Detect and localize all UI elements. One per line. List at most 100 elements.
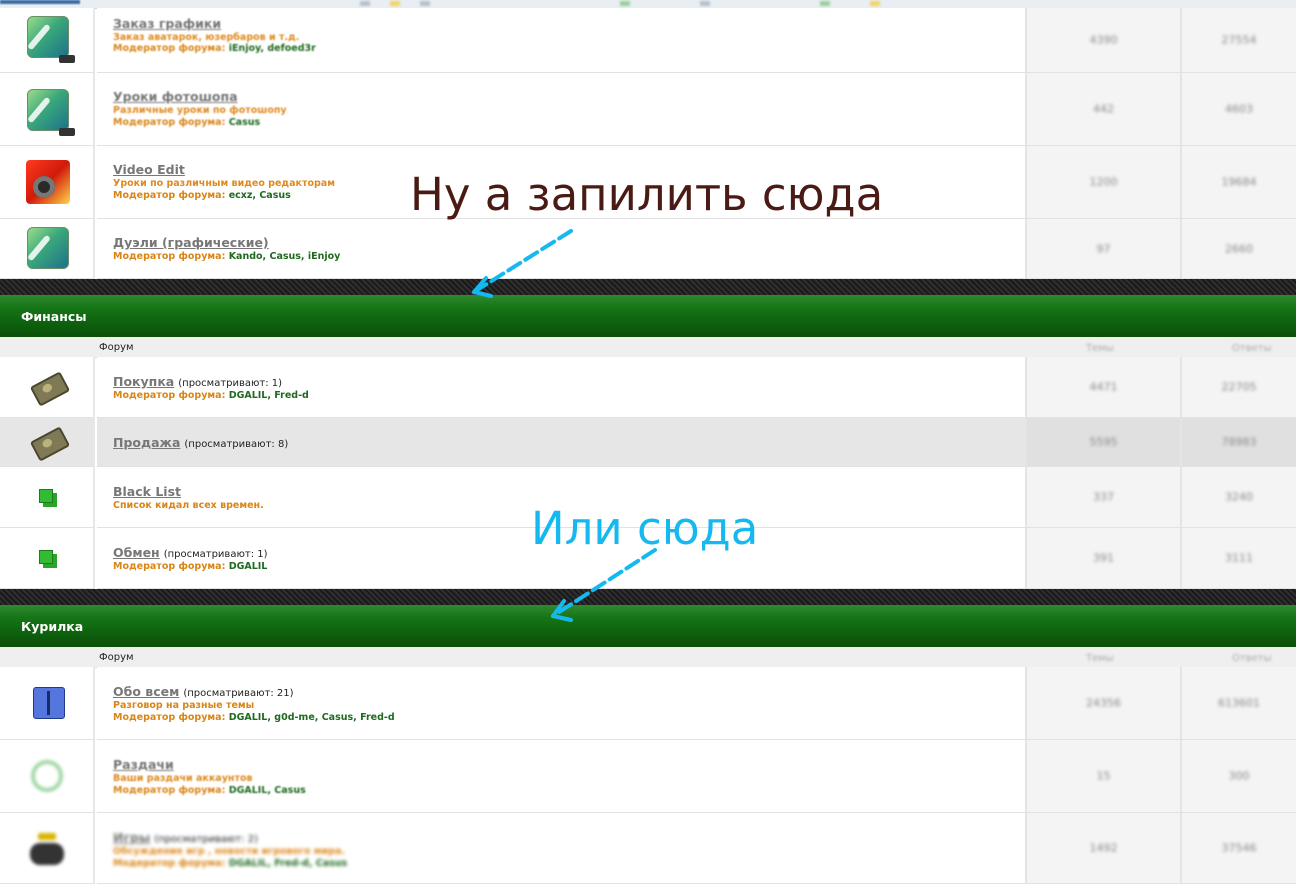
- forum-info-cell: Покупка (просматривают: 1) Модератор фору…: [97, 357, 1025, 418]
- moderator-names[interactable]: DGALIL, Casus: [229, 785, 306, 796]
- posts-count: 613601: [1180, 667, 1296, 740]
- forum-row: Раздачи Ваши раздачи аккаунтов Модератор…: [0, 740, 1296, 813]
- posts-count: 3240: [1180, 467, 1296, 528]
- forum-moderators: Модератор форума: Casus: [113, 117, 260, 128]
- forum-row: Уроки фотошопа Различные уроки по фотошо…: [0, 73, 1296, 146]
- topics-count: 4471: [1025, 357, 1180, 418]
- recycle-icon: [31, 760, 63, 792]
- forum-icon-cell: [0, 528, 95, 589]
- forum-title-link[interactable]: Обо всем: [113, 684, 179, 699]
- column-topics-label: Темы: [1086, 343, 1114, 354]
- forum-title-link[interactable]: Обмен: [113, 545, 160, 560]
- forum-title-line: Продажа (просматривают: 8): [113, 435, 288, 450]
- forum-title-link[interactable]: Дуэли (графические): [113, 235, 269, 250]
- topics-value: 4390: [1089, 33, 1118, 47]
- toolbar-icon[interactable]: [360, 1, 370, 6]
- moderator-names[interactable]: iEnjoy, defoed3r: [229, 43, 316, 54]
- feather-icon: [27, 16, 75, 63]
- moderator-label: Модератор форума:: [113, 43, 226, 54]
- category-header-smoking[interactable]: Курилка: [0, 605, 1296, 647]
- forum-info-cell: Дуэли (графические) Модератор форума: Ka…: [97, 219, 1025, 279]
- forum-description: Список кидал всех времен.: [113, 500, 264, 511]
- toolbar-icon[interactable]: [420, 1, 430, 6]
- posts-count: 37546: [1180, 813, 1296, 884]
- film-icon: [26, 160, 70, 204]
- toolbar-icon[interactable]: [620, 1, 630, 6]
- moderator-names[interactable]: Kando, Casus, iEnjoy: [229, 251, 341, 262]
- topics-count: 442: [1025, 73, 1180, 146]
- posts-value: 37546: [1221, 841, 1257, 855]
- forum-icon-cell: [0, 467, 95, 528]
- topics-value: 442: [1093, 102, 1114, 116]
- moderator-names[interactable]: DGALIL, Fred-d: [229, 390, 309, 401]
- gamepad-icon: [30, 833, 64, 865]
- forum-title-line: Обмен (просматривают: 1): [113, 545, 268, 560]
- money-icon: [29, 371, 71, 407]
- moderator-names[interactable]: DGALIL, g0d-me, Casus, Fred-d: [229, 712, 395, 723]
- annotation-text-second: Или сюда: [531, 502, 759, 555]
- feather-icon: [27, 227, 69, 269]
- moderator-names[interactable]: ecxz, Casus: [229, 190, 291, 201]
- posts-value: 3240: [1225, 490, 1253, 504]
- forum-moderators: Модератор форума: DGALIL, g0d-me, Casus,…: [113, 712, 395, 723]
- moderator-names[interactable]: Casus: [229, 117, 260, 128]
- forum-row-highlighted[interactable]: Продажа (просматривают: 8) 5595 78983: [0, 418, 1296, 467]
- moderator-names[interactable]: DGALIL: [229, 561, 268, 572]
- toolbar-icon[interactable]: [700, 1, 710, 6]
- posts-count: 19684: [1180, 146, 1296, 219]
- forum-icon-cell: [0, 740, 95, 813]
- posts-count: 4603: [1180, 73, 1296, 146]
- viewers-count: (просматривают: 1): [163, 549, 268, 560]
- category-separator: [0, 279, 1296, 295]
- forum-title-link[interactable]: Покупка: [113, 374, 174, 389]
- column-forum-label: Форум: [99, 652, 134, 663]
- forum-title-link[interactable]: Video Edit: [113, 162, 185, 177]
- column-header-row: Форум Темы Ответы: [0, 337, 1296, 358]
- viewers-count: (просматривают: 1): [178, 378, 283, 389]
- topics-value: 391: [1093, 551, 1114, 565]
- posts-count: 300: [1180, 740, 1296, 813]
- forum-description: Разговор на разные темы: [113, 700, 255, 711]
- forum-info-cell: Уроки фотошопа Различные уроки по фотошо…: [97, 73, 1025, 146]
- forum-title-link[interactable]: Black List: [113, 484, 181, 499]
- moderator-label: Модератор форума:: [113, 785, 226, 796]
- forum-title-link[interactable]: Раздачи: [113, 757, 174, 772]
- topics-value: 4471: [1089, 380, 1118, 394]
- toolbar-tab[interactable]: [0, 0, 80, 4]
- moderator-names[interactable]: DGALIL, Fred-d, Casus: [229, 858, 348, 869]
- topics-count: 391: [1025, 528, 1180, 589]
- forum-title-link[interactable]: Уроки фотошопа: [113, 89, 238, 104]
- forum-icon-cell: [0, 667, 95, 740]
- forum-title-link[interactable]: Заказ графики: [113, 16, 221, 31]
- posts-count: 3111: [1180, 528, 1296, 589]
- viewers-count: (просматривают: 8): [184, 439, 289, 450]
- posts-value: 22705: [1221, 380, 1257, 394]
- topics-value: 97: [1096, 242, 1111, 255]
- moderator-label: Модератор форума:: [113, 251, 226, 262]
- posts-value: 2660: [1225, 242, 1253, 255]
- forum-moderators: Модератор форума: iEnjoy, defoed3r: [113, 43, 316, 54]
- moderator-label: Модератор форума:: [113, 117, 226, 128]
- category-header-finance[interactable]: Финансы: [0, 295, 1296, 337]
- forum-moderators: Модератор форума: ecxz, Casus: [113, 190, 291, 201]
- posts-count: 27554: [1180, 8, 1296, 73]
- forum-info-cell: Игры (просматривают: 2) Обсуждение игр , …: [97, 813, 1025, 884]
- toolbar-icon[interactable]: [390, 1, 400, 6]
- category-title[interactable]: Финансы: [21, 309, 87, 324]
- toolbar-icon[interactable]: [870, 1, 880, 6]
- moderator-label: Модератор форума:: [113, 858, 226, 869]
- topics-value: 24356: [1086, 696, 1121, 710]
- category-title[interactable]: Курилка: [21, 619, 83, 634]
- topics-value: 337: [1093, 490, 1114, 504]
- forum-title-link[interactable]: Продажа: [113, 435, 180, 450]
- topics-count: 5595: [1025, 418, 1180, 467]
- posts-value: 78983: [1221, 435, 1257, 449]
- forum-title-link[interactable]: Игры: [113, 830, 150, 845]
- forum-moderators: Модератор форума: DGALIL, Casus: [113, 785, 306, 796]
- forum-icon-cell: [0, 418, 95, 467]
- posts-value: 613601: [1218, 696, 1260, 710]
- topics-count: 4390: [1025, 8, 1180, 73]
- forum-description: Ваши раздачи аккаунтов: [113, 773, 253, 784]
- topics-count: 337: [1025, 467, 1180, 528]
- toolbar-icon[interactable]: [820, 1, 830, 6]
